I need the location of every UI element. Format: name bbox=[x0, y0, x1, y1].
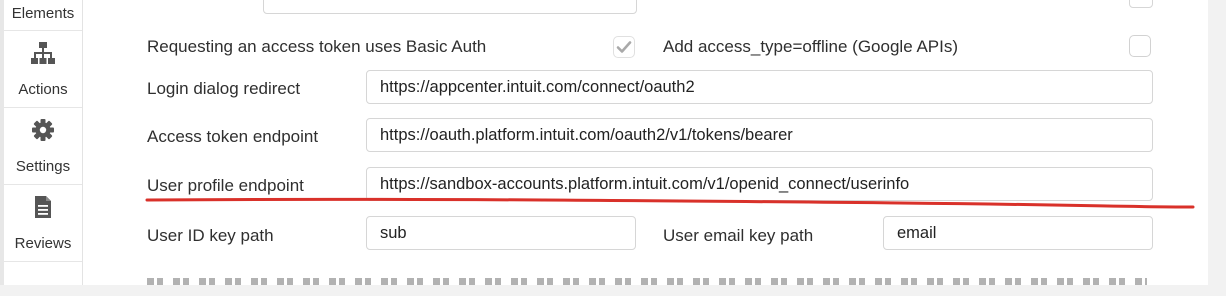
user-id-key-label: User ID key path bbox=[147, 226, 274, 245]
cut-off-description bbox=[147, 276, 1147, 285]
sidebar-item-label: Actions bbox=[18, 81, 68, 98]
sidebar-item-label: Reviews bbox=[14, 235, 72, 252]
user-id-key-input[interactable]: sub bbox=[366, 216, 636, 250]
cut-off-checkbox[interactable] bbox=[1129, 0, 1153, 8]
sidebar-item-label: Elements bbox=[11, 5, 75, 22]
sidebar-item-elements[interactable]: Elements bbox=[4, 0, 82, 31]
sidebar-item-settings[interactable]: Settings bbox=[4, 108, 82, 185]
cut-off-input-left[interactable] bbox=[263, 0, 637, 14]
sidebar-item-label: Settings bbox=[15, 158, 71, 175]
sidebar-item-actions[interactable]: Actions bbox=[4, 31, 82, 108]
basic-auth-checkbox[interactable] bbox=[613, 36, 635, 58]
user-email-key-input[interactable]: email bbox=[883, 216, 1153, 250]
token-endpoint-input[interactable]: https://oauth.platform.intuit.com/oauth2… bbox=[366, 118, 1153, 152]
offline-access-label: Add access_type=offline (Google APIs) bbox=[663, 37, 959, 56]
token-endpoint-label: Access token endpoint bbox=[147, 127, 319, 146]
sitemap-icon bbox=[31, 42, 55, 64]
gear-icon bbox=[32, 119, 54, 141]
sidebar: Elements Actions Settings Reviews bbox=[4, 0, 83, 285]
profile-endpoint-label: User profile endpoint bbox=[147, 176, 304, 195]
oauth-settings-form: Requesting an access token uses Basic Au… bbox=[83, 0, 1208, 285]
user-email-key-label: User email key path bbox=[663, 226, 814, 245]
profile-endpoint-input[interactable]: https://sandbox-accounts.platform.intuit… bbox=[366, 167, 1153, 201]
plugin-settings-panel: Elements Actions Settings Reviews Reques… bbox=[0, 0, 1208, 285]
sidebar-item-reviews[interactable]: Reviews bbox=[4, 185, 82, 262]
login-redirect-input[interactable]: https://appcenter.intuit.com/connect/oau… bbox=[366, 70, 1153, 104]
document-icon bbox=[35, 196, 51, 218]
basic-auth-label: Requesting an access token uses Basic Au… bbox=[147, 37, 487, 56]
offline-access-checkbox[interactable] bbox=[1129, 35, 1151, 57]
login-redirect-label: Login dialog redirect bbox=[147, 79, 301, 98]
checkmark-icon bbox=[616, 41, 632, 53]
